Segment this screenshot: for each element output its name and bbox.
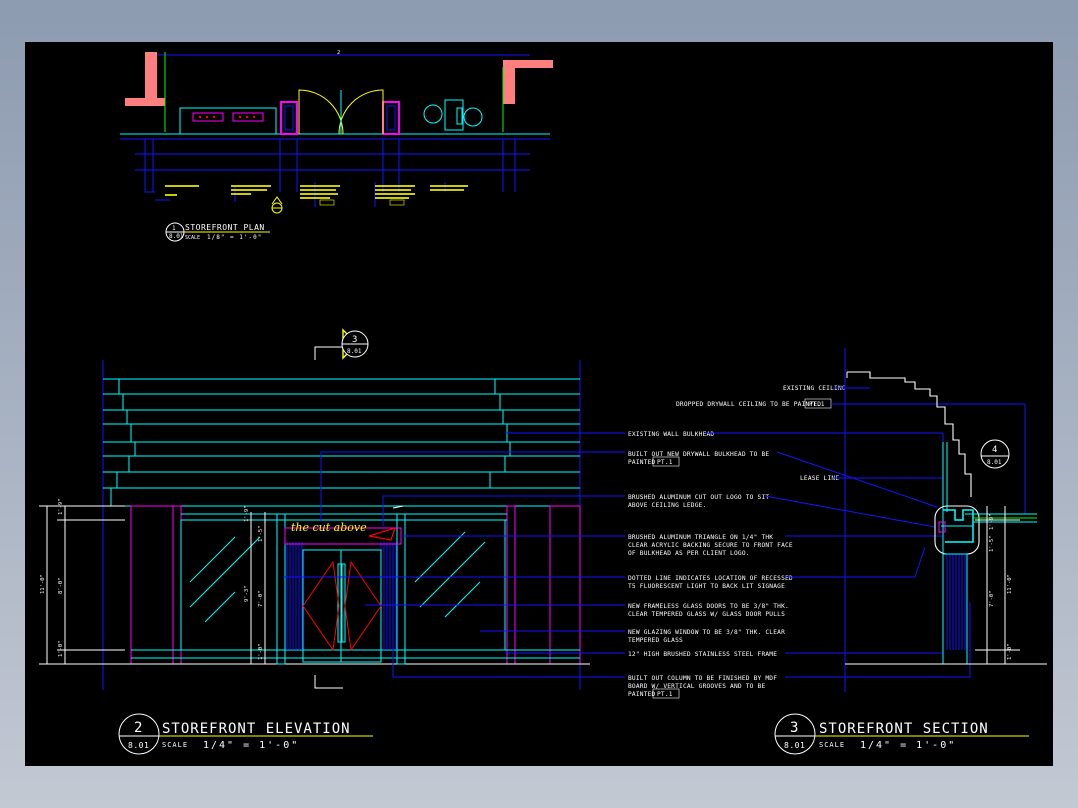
note-pt1-b: PT.1	[657, 459, 673, 466]
note-column-3: PAINTED	[628, 691, 656, 698]
note-logo-2: ABOVE CEILING LEDGE.	[628, 502, 707, 509]
elev-dim-overall: 11'-0"	[40, 574, 46, 594]
sect-dim-1: 1'-9"	[989, 513, 995, 530]
logo-text: the cut above	[291, 521, 367, 534]
note-dotted-2: T5 FLUORESCENT LIGHT TO BACK LIT SIGNAGE	[628, 583, 785, 590]
elev-dim-1: 1'-9"	[58, 498, 64, 515]
drawing-canvas[interactable]: 2 1 8.01 STOREFRONT PLAN SCALE 1/8" = 1'…	[25, 42, 1053, 766]
plan-sheet: 8.01	[169, 233, 184, 240]
plan-scale-label: SCALE	[185, 235, 200, 241]
sect-dim-base: 1'-0"	[1007, 643, 1013, 660]
elev-dim-8ft: 8'-0"	[58, 577, 64, 594]
note-dropped-ceiling: DROPPED DRYWALL CEILING TO BE PAINTED	[676, 401, 821, 408]
note-triangle-1: BRUSHED ALUMINUM TRIANGLE ON 1/4" THK	[628, 534, 773, 541]
section-detail-marker: 4 8.01	[980, 439, 1010, 469]
detail-marker-number: 4	[992, 445, 997, 455]
plan-left-wall	[145, 52, 157, 104]
section-marker-number: 3	[352, 335, 357, 345]
elevation-storefront: the cut above	[95, 505, 590, 665]
plan-notes	[165, 185, 468, 206]
note-glazing-1: NEW GLAZING WINDOW TO BE 3/8" THK. CLEAR	[628, 629, 785, 636]
detail-marker-sheet: 8.01	[987, 459, 1002, 466]
plan-section-marker	[271, 196, 283, 214]
note-triangle-2: CLEAR ACRYLIC BACKING SECURE TO FRONT FA…	[628, 542, 793, 549]
plan-title: STOREFRONT PLAN	[185, 223, 265, 232]
note-column-1: BUILT OUT COLUMN TO BE FINISHED BY MDF	[628, 675, 777, 682]
note-logo-1: BRUSHED ALUMINUM CUT OUT LOGO TO SIT	[628, 494, 769, 501]
note-doors-1: NEW FRAMELESS GLASS DOORS TO BE 3/8" THK…	[628, 603, 789, 610]
plan-number: 1	[172, 225, 176, 232]
note-pt1-c: PT.1	[657, 691, 673, 698]
storefront-plan: 2 1 8.01 STOREFRONT PLAN SCALE 1/8" = 1'…	[120, 50, 553, 242]
section-marker-sheet: 8.01	[347, 348, 362, 355]
section-scale: 1/4" = 1'-0"	[860, 740, 956, 751]
note-new-bulkhead-1: BUILT OUT NEW DRYWALL BULKHEAD TO BE	[628, 451, 769, 458]
elevation-scale: 1/4" = 1'-0"	[203, 740, 299, 751]
note-dotted-1: DOTTED LINE INDICATES LOCATION OF RECESS…	[628, 575, 793, 582]
elev-dim-window: 9'-3"	[244, 585, 250, 602]
note-triangle-3: OF BULKHEAD AS PER CLIENT LOGO.	[628, 550, 750, 557]
note-column-2: BOARD W/ VERTICAL GROOVES AND TO BE	[628, 683, 765, 690]
storefront-elevation: 3 8.01 the cut above 1'-9" 11'-0" 8'-0" …	[39, 328, 590, 755]
note-glazing-2: TEMPERED GLASS	[628, 637, 683, 644]
elevation-dimensions: 1'-9" 11'-0" 8'-0" 1'-0" 1'-9" 9'-3" 1'-…	[39, 498, 266, 665]
note-new-bulkhead-2: PAINTED	[628, 459, 656, 466]
plan-title-block: 1 8.01 STOREFRONT PLAN SCALE 1/8" = 1'-0…	[165, 222, 270, 242]
storefront-section: 4 8.01 1'-9" 1'-5" 7'-0" 11'-0" 1'-0" 3 …	[774, 348, 1047, 755]
section-dimensions: 1'-9" 1'-5" 7'-0" 11'-0" 1'-0"	[975, 506, 1020, 664]
sect-dim-2: 1'-5"	[989, 535, 995, 552]
cad-viewport[interactable]: 2 1 8.01 STOREFRONT PLAN SCALE 1/8" = 1'…	[25, 42, 1053, 766]
elevation-bulkhead	[103, 378, 580, 507]
section-title: STOREFRONT SECTION	[819, 721, 989, 737]
elev-dim-2: 1'-9"	[244, 505, 250, 522]
elev-dim-door: 7'-0"	[258, 590, 264, 607]
elevation-title-block: 2 8.01 STOREFRONT ELEVATION SCALE 1/4" =…	[118, 713, 373, 755]
plan-scale: 1/8" = 1'-0"	[207, 234, 262, 241]
note-frame: 12" HIGH BRUSHED STAINLESS STEEL FRAME	[628, 651, 777, 658]
elev-dim-sign: 1'-5"	[258, 525, 264, 542]
elevation-sheet: 8.01	[128, 741, 149, 750]
sect-dim-door: 7'-0"	[989, 590, 995, 607]
sect-dim-overall: 11'-0"	[1007, 574, 1013, 594]
note-wall-bulkhead: EXISTING WALL BULKHEAD	[628, 431, 714, 438]
note-doors-2: CLEAR TEMPERED GLASS W/ GLASS DOOR PULLS	[628, 611, 785, 618]
elevation-number: 2	[134, 720, 143, 736]
plan-overall-dim: 2	[337, 50, 340, 56]
note-pt1-a: PT.1	[809, 401, 825, 408]
section-number: 3	[790, 720, 799, 736]
section-scale-label: SCALE	[819, 741, 845, 749]
elevation-title: STOREFRONT ELEVATION	[162, 721, 351, 737]
elevation-scale-label: SCALE	[162, 741, 188, 749]
elev-dim-base: 1'-0"	[58, 640, 64, 657]
section-title-block: 3 8.01 STOREFRONT SECTION SCALE 1/4" = 1…	[774, 713, 1029, 755]
annotation-notes: EXISTING CEILING DROPPED DRYWALL CEILING…	[283, 385, 1026, 699]
elev-dim-base-2: 1'-0"	[258, 643, 264, 660]
section-sheet: 8.01	[784, 741, 805, 750]
